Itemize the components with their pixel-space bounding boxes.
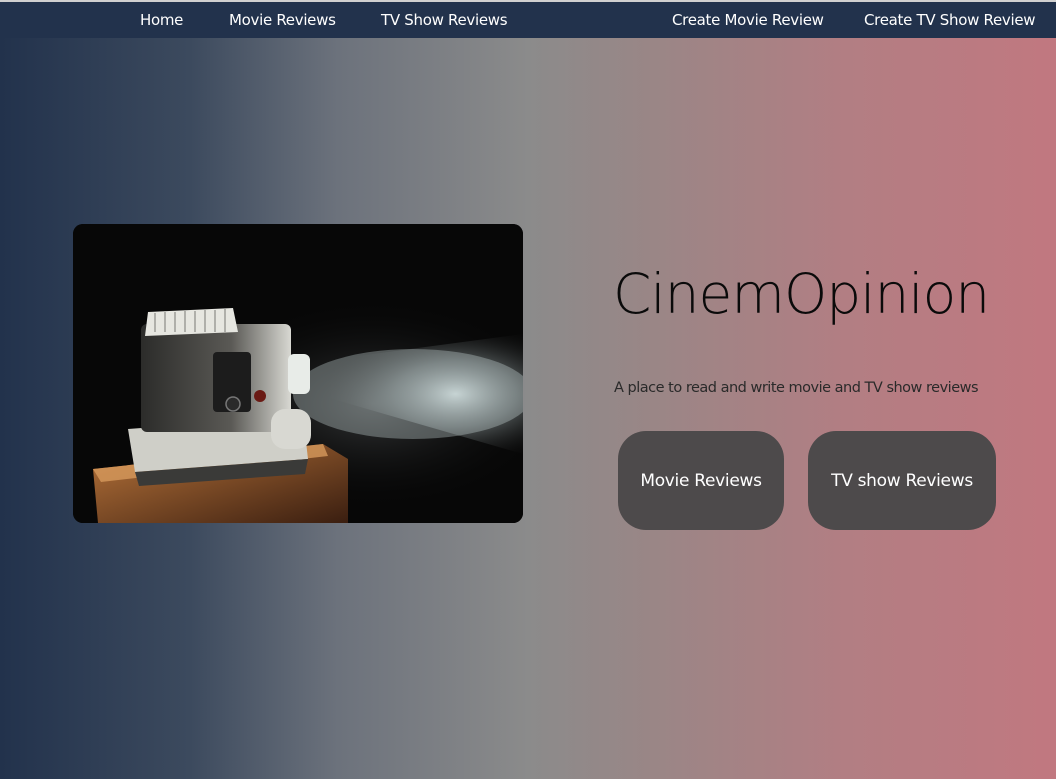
nav-tv-show-reviews-link[interactable]: TV Show Reviews	[381, 2, 508, 38]
movie-reviews-button[interactable]: Movie Reviews	[618, 431, 784, 530]
tv-show-reviews-button[interactable]: TV show Reviews	[808, 431, 996, 530]
tv-show-reviews-button-label: TV show Reviews	[831, 470, 973, 491]
top-navbar: Home Movie Reviews TV Show Reviews Creat…	[0, 0, 1056, 38]
site-title: CinemOpinion	[613, 262, 990, 326]
nav-movie-reviews-link[interactable]: Movie Reviews	[229, 2, 336, 38]
nav-home-link[interactable]: Home	[140, 2, 183, 38]
nav-create-tv-show-review-link[interactable]: Create TV Show Review	[864, 2, 1036, 38]
movie-reviews-button-label: Movie Reviews	[640, 470, 762, 491]
site-tagline: A place to read and write movie and TV s…	[614, 380, 979, 396]
projector-hero-image	[73, 224, 523, 523]
nav-create-movie-review-link[interactable]: Create Movie Review	[672, 2, 824, 38]
